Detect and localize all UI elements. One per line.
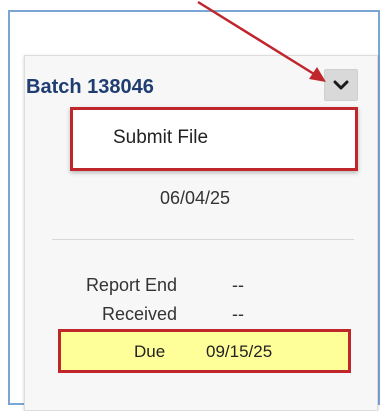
due-date-highlight: Due 09/15/25	[58, 329, 351, 373]
batch-title: Batch 138046	[26, 76, 154, 98]
batch-date: 06/04/25	[160, 188, 231, 208]
received-label: Received	[101, 304, 177, 324]
submit-file-menu-item[interactable]: Submit File	[113, 127, 208, 149]
batch-menu-toggle-button[interactable]	[324, 69, 358, 101]
received-value: --	[232, 304, 244, 324]
due-label: Due	[134, 342, 166, 361]
report-end-value: --	[232, 275, 244, 295]
report-end-label: Report End	[85, 275, 177, 295]
due-value: 09/15/25	[206, 342, 273, 361]
section-divider	[52, 239, 354, 240]
chevron-down-icon	[333, 80, 349, 90]
batch-menu-dropdown: Submit File	[70, 107, 358, 171]
